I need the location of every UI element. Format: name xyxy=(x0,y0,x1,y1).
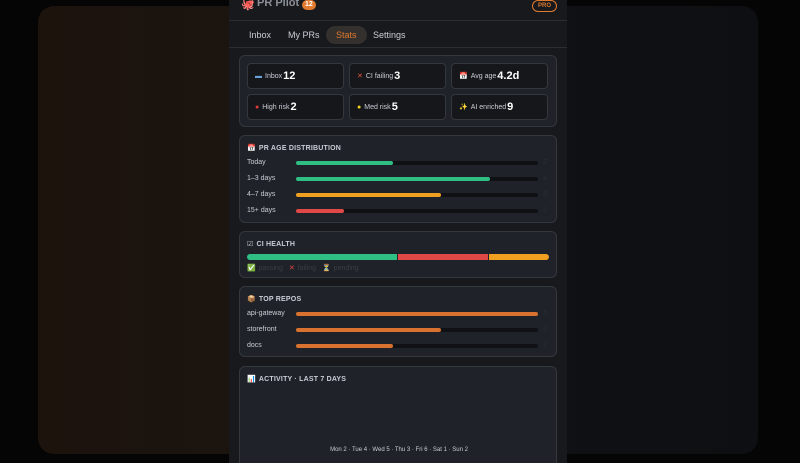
row-label: docs xyxy=(247,342,262,349)
stat-ci-failing: ✕ CI failing 3 xyxy=(349,63,446,89)
card-title: 📦 TOP REPOS xyxy=(247,295,301,303)
row-label: api-gateway xyxy=(247,310,285,317)
ci-segment xyxy=(247,254,397,260)
top-repos-card: 📦 TOP REPOS api-gateway 5 storefront 3 docs 2 xyxy=(239,286,557,357)
app-header: 🐙 PR Pilot 12 PRO xyxy=(229,0,567,21)
row-label: storefront xyxy=(247,326,277,333)
yellow-dot-icon: ● xyxy=(357,103,362,111)
card-title: 📅 PR AGE DISTRIBUTION xyxy=(247,144,341,152)
stat-value: 9 xyxy=(507,101,514,113)
row-label: 1–3 days xyxy=(247,175,276,182)
age-distribution-title: PR AGE DISTRIBUTION xyxy=(258,145,342,152)
tab-bar: Inbox My PRs Stats Settings xyxy=(229,22,567,48)
stat-value: 3 xyxy=(394,70,401,82)
stat-label: CI failing xyxy=(365,72,394,80)
tab-stats[interactable]: Stats xyxy=(326,26,367,44)
top-repos-title: TOP REPOS xyxy=(258,296,302,303)
stat-med-risk: ● Med risk 5 xyxy=(349,94,446,120)
stat-value: 12 xyxy=(283,70,296,82)
activity-days: Mon 2 · Tue 4 · Wed 5 · Thu 3 · Fri 6 · … xyxy=(330,447,468,453)
ci-health-card: ☑ CI HEALTH ✅ passing ✕ failing ⏳ pending xyxy=(239,231,557,278)
ci-legend: ✅ passing ✕ failing ⏳ pending xyxy=(247,264,362,273)
extension-panel: 🐙 PR Pilot 12 PRO Inbox My PRs Stats Set… xyxy=(229,0,567,463)
row-label: 15+ days xyxy=(247,207,276,214)
inbox-count-badge: 12 xyxy=(302,0,316,10)
stat-inbox: ▬ Inbox 12 xyxy=(247,63,344,89)
check-icon: ✅ xyxy=(247,265,256,272)
stat-label: Inbox xyxy=(265,72,283,80)
stat-ai-enriched: ✨ AI enriched 9 xyxy=(451,94,548,120)
app-title: PR Pilot xyxy=(257,0,300,9)
bar-chart-icon: 📊 xyxy=(247,376,256,383)
package-icon: 📦 xyxy=(247,296,256,303)
hourglass-icon: ⏳ xyxy=(322,265,331,272)
calendar-icon: 📅 xyxy=(459,73,468,80)
row-label: Today xyxy=(247,159,266,166)
progress-track xyxy=(296,328,538,332)
ci-segment xyxy=(398,254,488,260)
row-count: 3 xyxy=(543,191,547,198)
stat-label: Avg age xyxy=(470,72,497,80)
progress-track xyxy=(296,312,538,316)
octopus-logo-icon: 🐙 xyxy=(241,0,255,11)
cross-icon: ✕ xyxy=(288,265,295,272)
inbox-icon: ▬ xyxy=(255,72,262,80)
progress-fill xyxy=(296,312,538,316)
stat-value: 5 xyxy=(391,101,398,113)
calendar-icon: 📅 xyxy=(247,145,256,152)
ci-health-title: CI HEALTH xyxy=(256,241,296,248)
legend-label: pending xyxy=(333,264,359,272)
row-count: 4 xyxy=(543,175,547,182)
tab-my-prs[interactable]: My PRs xyxy=(278,26,330,44)
progress-track xyxy=(296,209,538,213)
checkbox-icon: ☑ xyxy=(247,241,254,248)
stat-value: 2 xyxy=(290,101,297,113)
age-distribution-card: 📅 PR AGE DISTRIBUTION Today 2 1–3 days 4 4–7 … xyxy=(239,135,557,223)
progress-fill xyxy=(296,193,442,197)
row-label: 4–7 days xyxy=(247,191,276,198)
activity-title: ACTIVITY · LAST 7 DAYS xyxy=(258,376,347,383)
ci-segment xyxy=(489,254,549,260)
row-count: 1 xyxy=(543,207,547,214)
progress-fill xyxy=(296,209,345,213)
stat-avg-age: 📅 Avg age 4.2d xyxy=(451,63,548,89)
progress-fill xyxy=(296,344,393,348)
progress-track xyxy=(296,161,538,165)
tab-inbox[interactable]: Inbox xyxy=(239,26,281,44)
summary-card: ▬ Inbox 12 ✕ CI failing 3 📅 Avg age 4.2d… xyxy=(239,55,557,127)
stat-high-risk: ● High risk 2 xyxy=(247,94,344,120)
progress-track xyxy=(296,193,538,197)
legend-label: passing xyxy=(258,264,283,272)
activity-card: 📊 ACTIVITY · LAST 7 DAYS Mon 2 · Tue 4 · … xyxy=(239,366,557,463)
row-count: 2 xyxy=(543,159,547,166)
tab-settings[interactable]: Settings xyxy=(363,26,416,44)
progress-track xyxy=(296,177,538,181)
progress-fill xyxy=(296,161,393,165)
sparkles-icon: ✨ xyxy=(459,104,468,111)
stat-label: AI enriched xyxy=(470,103,507,111)
row-count: 5 xyxy=(543,310,547,317)
pro-badge: PRO xyxy=(531,0,557,12)
progress-fill xyxy=(296,177,490,181)
card-title: ☑ CI HEALTH xyxy=(247,240,295,248)
legend-label: failing xyxy=(297,264,317,272)
row-count: 3 xyxy=(543,326,547,333)
progress-track xyxy=(296,344,538,348)
stat-label: High risk xyxy=(262,103,290,111)
row-count: 2 xyxy=(543,342,547,349)
ci-health-bar xyxy=(247,254,549,260)
progress-fill xyxy=(296,328,442,332)
stat-label: Med risk xyxy=(364,103,391,111)
stat-value: 4.2d xyxy=(497,70,520,82)
cross-icon: ✕ xyxy=(357,73,363,80)
card-title: 📊 ACTIVITY · LAST 7 DAYS xyxy=(247,375,346,383)
red-dot-icon: ● xyxy=(255,103,260,111)
